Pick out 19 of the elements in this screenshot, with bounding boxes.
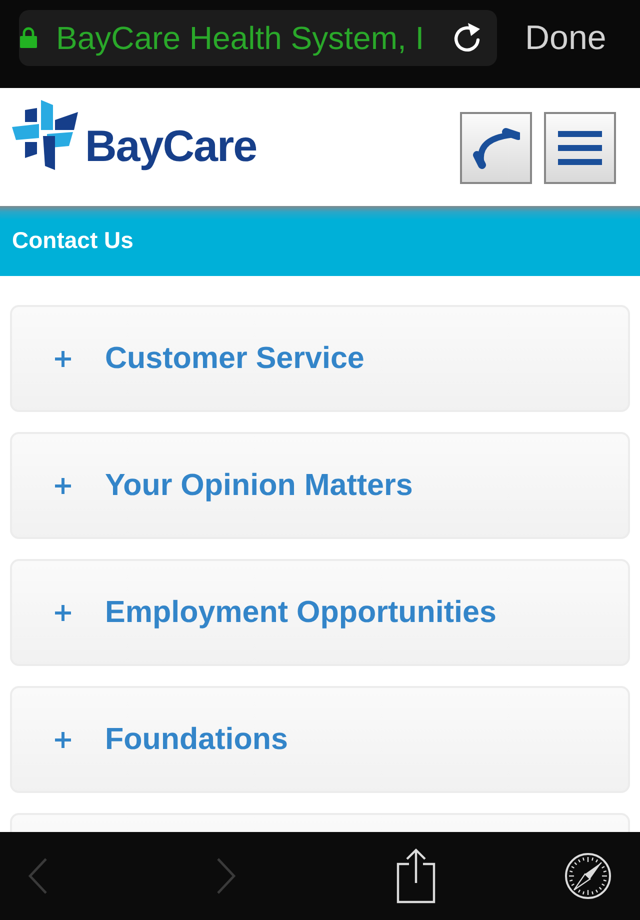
accordion-item[interactable]: Employment Opportunities	[10, 559, 630, 666]
phone-icon	[472, 127, 520, 169]
menu-button[interactable]	[544, 112, 616, 184]
share-icon	[396, 848, 436, 904]
logo-cross-icon	[12, 100, 78, 172]
address-field[interactable]: BayCare Health System, I	[19, 10, 497, 66]
reload-icon	[452, 22, 482, 54]
logo-text: BayCare	[85, 122, 257, 172]
done-button[interactable]: Done	[525, 20, 606, 56]
page-title: Contact Us	[12, 226, 134, 254]
accordion-item[interactable]: Foundations	[10, 686, 630, 793]
forward-chevron-icon	[216, 858, 236, 894]
accordion-item[interactable]: Customer Service	[10, 305, 630, 412]
back-chevron-icon	[28, 858, 48, 894]
compass-icon	[564, 852, 612, 900]
menu-icon	[558, 131, 602, 165]
phone-button[interactable]	[460, 112, 532, 184]
accordion-item[interactable]: Your Opinion Matters	[10, 432, 630, 539]
address-text: BayCare Health System, I	[56, 20, 426, 56]
